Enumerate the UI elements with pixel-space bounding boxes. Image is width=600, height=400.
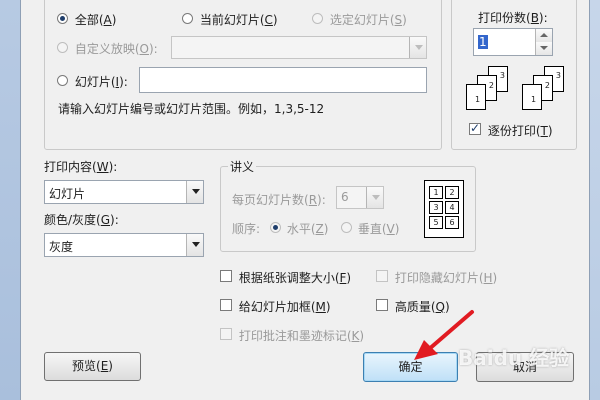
preview-button-label: 预览(E) [72, 359, 113, 373]
radio-all[interactable]: 全部(A) [57, 11, 116, 28]
collate-label: 逐份打印(T) [487, 124, 553, 138]
collate-checkbox-box[interactable] [469, 121, 481, 135]
scale-to-fit-label: 根据纸张调整大小(F) [238, 271, 352, 285]
per-page-value: 6 [341, 190, 349, 204]
background-window-edge [0, 0, 20, 400]
chevron-down-icon[interactable] [186, 181, 203, 203]
radio-vertical[interactable]: 垂直(V) [341, 220, 399, 237]
slides-range-input[interactable] [139, 67, 427, 93]
preview-button[interactable]: 预览(E) [44, 352, 141, 381]
chevron-down-icon[interactable] [366, 187, 383, 208]
copies-value[interactable]: 1 [478, 35, 488, 49]
order-label: 顺序: [232, 222, 261, 236]
per-page-label: 每页幻灯片数(R): [232, 193, 326, 207]
color-combo[interactable]: 灰度 [44, 233, 204, 257]
chevron-down-icon[interactable] [186, 234, 203, 256]
custom-show-combo[interactable] [171, 36, 427, 59]
high-quality-box[interactable] [376, 299, 388, 311]
print-what-label: 打印内容(W): [44, 160, 118, 174]
annotation-arrow-icon [414, 310, 474, 360]
handout-layout-preview: 1 2 3 4 5 6 [424, 180, 464, 238]
print-what-value: 幻灯片 [49, 187, 86, 201]
print-hidden-label: 打印隐藏幻灯片(H) [394, 271, 498, 285]
radio-current-label: 当前幻灯片(C) [199, 13, 278, 27]
print-comments-box[interactable] [220, 328, 232, 340]
radio-selected-indicator[interactable] [312, 13, 323, 24]
radio-custom-show[interactable]: 自定义放映(O): [57, 40, 158, 57]
collate-pages-icon: 3 2 1 3 2 1 [466, 66, 570, 112]
radio-selected-label: 选定幻灯片(S) [329, 13, 407, 27]
spin-down-button[interactable] [535, 42, 552, 55]
copies-spinner[interactable]: 1 [473, 28, 553, 56]
handouts-title: 讲义 [228, 158, 257, 175]
radio-selected-slides[interactable]: 选定幻灯片(S) [312, 11, 407, 28]
radio-vertical-indicator[interactable] [341, 222, 352, 233]
color-value: 灰度 [49, 240, 74, 254]
radio-custom-indicator[interactable] [57, 42, 68, 53]
per-page-combo[interactable]: 6 [336, 186, 384, 209]
frame-slides-checkbox[interactable]: 给幻灯片加框(M) [220, 298, 331, 315]
print-hidden-box[interactable] [376, 270, 388, 282]
frame-slides-label: 给幻灯片加框(M) [238, 300, 331, 314]
print-hidden-checkbox[interactable]: 打印隐藏幻灯片(H) [376, 269, 497, 286]
color-label: 颜色/灰度(G): [44, 213, 119, 227]
radio-all-indicator[interactable] [57, 13, 68, 24]
chevron-down-icon[interactable] [409, 37, 426, 58]
radio-slides-label: 幻灯片(I): [74, 75, 128, 89]
radio-custom-label: 自定义放映(O): [74, 42, 158, 56]
print-comments-label: 打印批注和墨迹标记(K) [238, 329, 365, 343]
radio-horizontal-label: 水平(Z) [286, 222, 329, 236]
print-what-combo[interactable]: 幻灯片 [44, 180, 204, 204]
radio-horizontal[interactable]: 水平(Z) [270, 220, 328, 237]
radio-current-slide[interactable]: 当前幻灯片(C) [182, 11, 278, 28]
radio-slides[interactable]: 幻灯片(I): [57, 73, 128, 90]
scale-to-fit-box[interactable] [220, 270, 232, 282]
collate-checkbox[interactable]: 逐份打印(T) [469, 121, 553, 139]
chevron-down-icon [540, 46, 548, 50]
radio-slides-indicator[interactable] [57, 75, 68, 86]
radio-all-label: 全部(A) [74, 13, 117, 27]
frame-slides-box[interactable] [220, 299, 232, 311]
radio-current-indicator[interactable] [182, 13, 193, 24]
copies-label: 打印份数(B): [478, 11, 548, 25]
chevron-up-icon [540, 33, 548, 37]
radio-vertical-label: 垂直(V) [357, 222, 400, 236]
scale-to-fit-checkbox[interactable]: 根据纸张调整大小(F) [220, 269, 351, 286]
range-hint-text: 请输入幻灯片编号或幻灯片范围。例如，1,3,5-12 [58, 102, 325, 116]
print-comments-checkbox[interactable]: 打印批注和墨迹标记(K) [220, 327, 364, 344]
radio-horizontal-indicator[interactable] [270, 222, 281, 233]
spin-up-button[interactable] [535, 29, 552, 43]
